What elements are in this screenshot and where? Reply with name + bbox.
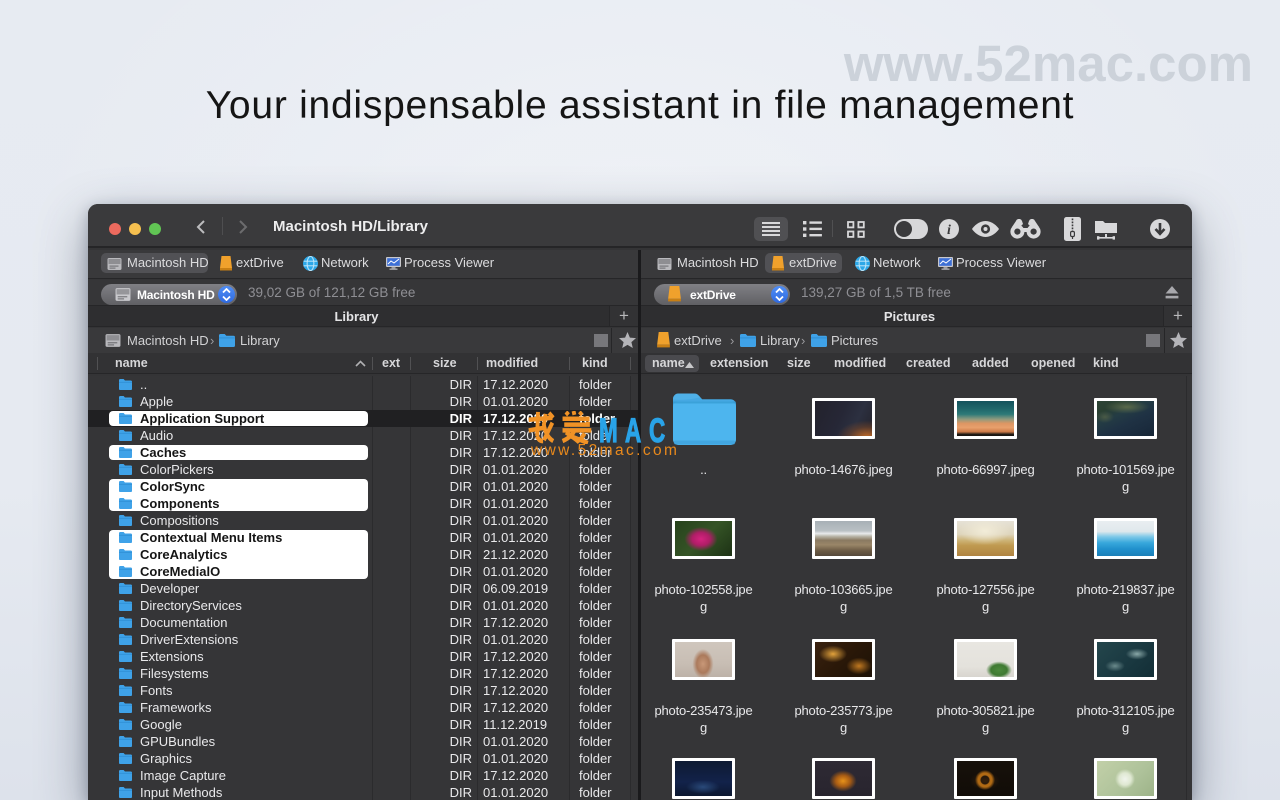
svg-text:i: i <box>947 223 951 238</box>
